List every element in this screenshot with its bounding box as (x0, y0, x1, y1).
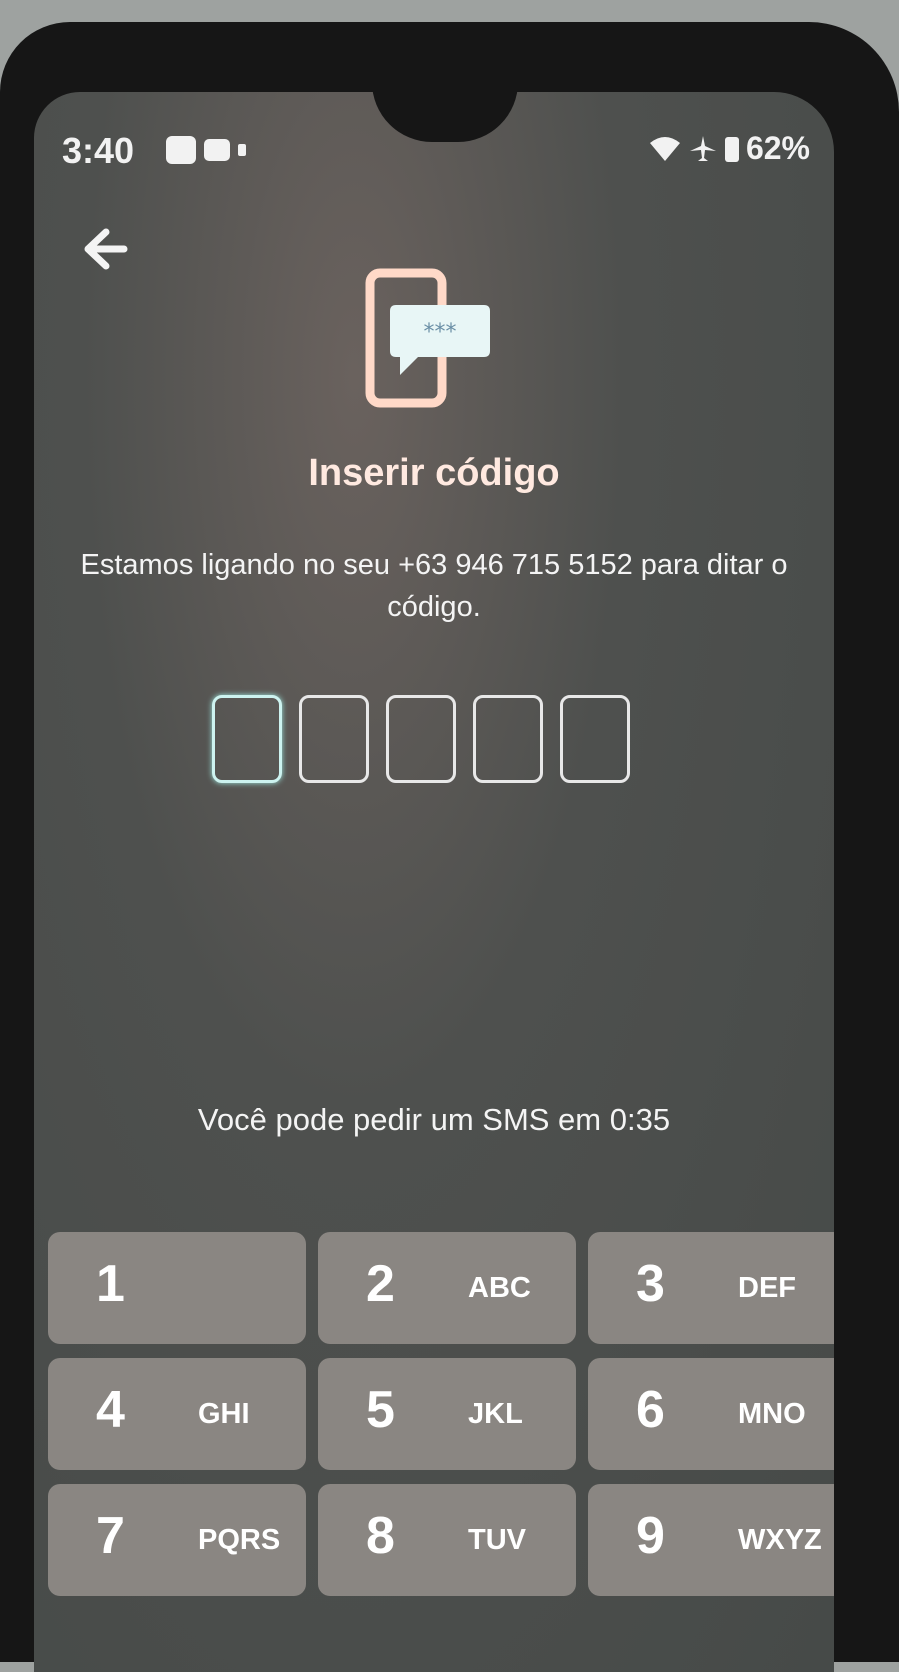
key-digit: 1 (96, 1255, 125, 1313)
key-digit: 7 (96, 1507, 125, 1565)
wifi-icon (649, 136, 680, 161)
key-letters: MNO (738, 1398, 806, 1430)
status-system: 62% (648, 130, 810, 167)
arrow-left-icon[interactable] (80, 224, 130, 274)
key-digit: 9 (636, 1507, 665, 1565)
status-notifications (166, 136, 246, 164)
key-letters: DEF (738, 1272, 796, 1304)
key-digit: 6 (636, 1381, 665, 1439)
key-8[interactable]: 8 TUV (318, 1484, 576, 1596)
svg-text:***: *** (424, 320, 457, 345)
key-digit: 8 (366, 1507, 395, 1565)
battery-icon (724, 136, 739, 162)
phone-sms-code-icon: *** (365, 268, 490, 408)
key-letters: ABC (468, 1272, 531, 1304)
key-letters: PQRS (198, 1524, 281, 1556)
code-digit-2[interactable] (299, 695, 369, 783)
app-screen: 3:40 62% *** Inserir código Estamos liga… (34, 92, 834, 1672)
code-digit-1[interactable] (212, 695, 282, 783)
key-7[interactable]: 7 PQRS (48, 1484, 306, 1596)
key-letters: JKL (468, 1398, 523, 1430)
code-digit-3[interactable] (386, 695, 456, 783)
page-title: Inserir código (308, 452, 560, 494)
key-digit: 5 (366, 1381, 395, 1439)
key-1[interactable]: 1 (48, 1232, 306, 1344)
code-input-row (212, 695, 630, 783)
code-digit-5[interactable] (560, 695, 630, 783)
status-time: 3:40 (62, 130, 135, 171)
code-digit-4[interactable] (473, 695, 543, 783)
key-2[interactable]: 2 ABC (318, 1232, 576, 1344)
key-letters: WXYZ (738, 1524, 822, 1556)
key-6[interactable]: 6 MNO (588, 1358, 834, 1470)
call-description: Estamos ligando no seu +63 946 715 5152 … (80, 549, 788, 623)
key-digit: 2 (366, 1255, 395, 1313)
dot-icon (238, 144, 246, 156)
message-icon (204, 139, 230, 161)
numeric-keypad: 1 2 ABC 3 DEF 4 GHI 5 JKL 6 MNO 7 PQRS 8… (48, 1232, 834, 1596)
status-bar: 3:40 62% (62, 130, 810, 171)
key-9[interactable]: 9 WXYZ (588, 1484, 834, 1596)
notification-icon (166, 136, 196, 164)
key-digit: 3 (636, 1255, 665, 1313)
key-letters: GHI (198, 1398, 250, 1430)
phone-frame: 3:40 62% *** Inserir código Estamos liga… (0, 22, 899, 1672)
sms-timer-text: Você pode pedir um SMS em 0:35 (197, 1102, 671, 1137)
key-letters: TUV (468, 1524, 526, 1556)
key-digit: 4 (96, 1381, 125, 1439)
airplane-icon (689, 135, 716, 161)
battery-percentage: 62% (745, 130, 810, 166)
key-5[interactable]: 5 JKL (318, 1358, 576, 1470)
key-4[interactable]: 4 GHI (48, 1358, 306, 1470)
key-3[interactable]: 3 DEF (588, 1232, 834, 1344)
